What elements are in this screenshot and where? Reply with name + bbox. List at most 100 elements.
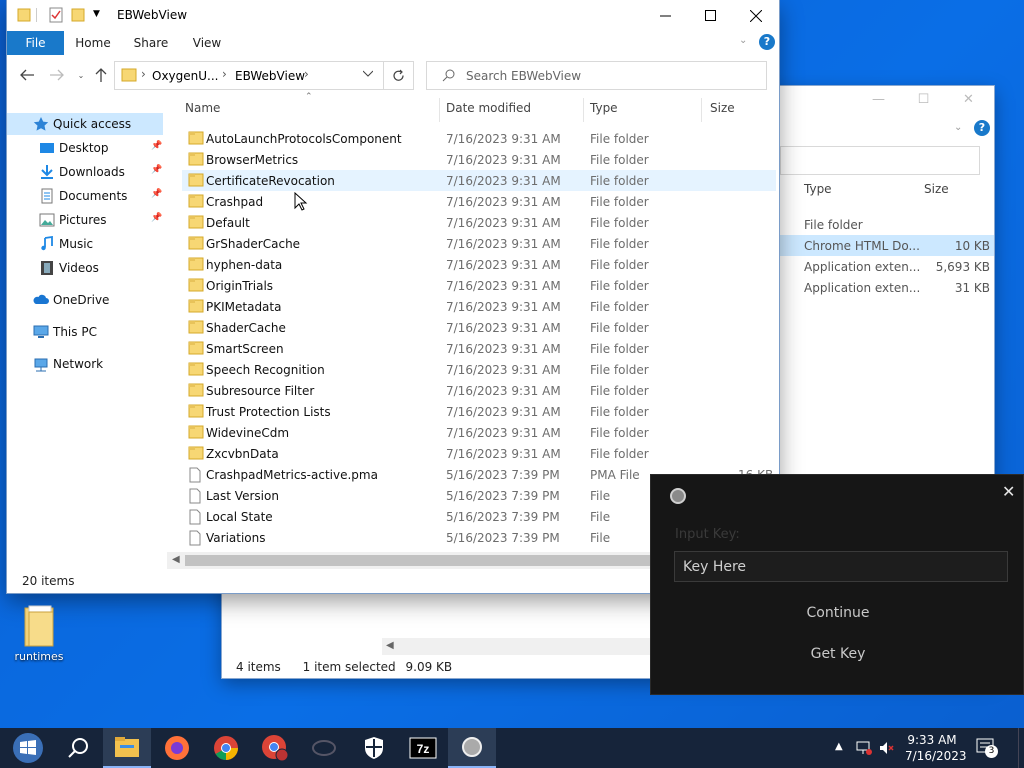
column-header-type[interactable]: Type xyxy=(590,101,618,115)
forward-arrow-icon[interactable] xyxy=(47,66,67,84)
folder-icon xyxy=(188,257,204,271)
column-divider[interactable] xyxy=(439,98,440,122)
customize-qat-icon[interactable]: ▼ xyxy=(93,9,100,19)
file-row[interactable]: ShaderCache 7/16/2023 9:31 AM File folder xyxy=(182,317,776,338)
file-row[interactable]: Trust Protection Lists 7/16/2023 9:31 AM F… xyxy=(182,401,776,422)
download-icon xyxy=(41,165,53,179)
column-header-size[interactable]: Size xyxy=(924,182,949,196)
continue-button[interactable]: Continue xyxy=(651,605,1024,621)
address-bar[interactable]: › OxygenU... › EBWebView › xyxy=(114,61,384,90)
address-dropdown-icon[interactable] xyxy=(363,70,373,78)
close-icon[interactable]: ✕ xyxy=(1002,482,1015,501)
file-row[interactable]: BrowserMetrics 7/16/2023 9:31 AM File fold… xyxy=(182,149,776,170)
file-row[interactable]: Subresource Filter 7/16/2023 9:31 AM File … xyxy=(182,380,776,401)
file-row[interactable]: SmartScreen 7/16/2023 9:31 AM File folder xyxy=(182,338,776,359)
search-box[interactable] xyxy=(780,146,980,175)
file-name: WidevineCdm xyxy=(206,426,290,440)
start-button[interactable] xyxy=(4,728,52,768)
file-row[interactable]: ZxcvbnData 7/16/2023 9:31 AM File folder xyxy=(182,443,776,464)
minimize-button[interactable]: — xyxy=(856,92,901,112)
show-hidden-icons-icon[interactable]: ▲ xyxy=(835,741,843,752)
clock[interactable]: 9:33 AM 7/16/2023 xyxy=(905,732,967,764)
search-button[interactable] xyxy=(54,728,102,768)
file-date: 5/16/2023 7:39 PM xyxy=(446,468,560,482)
taskbar-firefox[interactable] xyxy=(153,728,201,768)
column-header-size[interactable]: Size xyxy=(710,101,735,115)
close-button[interactable] xyxy=(733,0,779,31)
network-status-icon[interactable] xyxy=(856,740,872,756)
volume-muted-icon[interactable] xyxy=(879,740,895,756)
file-row[interactable]: PKIMetadata 7/16/2023 9:31 AM File folder xyxy=(182,296,776,317)
column-header-name[interactable]: Name xyxy=(185,101,220,115)
file-row[interactable]: OriginTrials 7/16/2023 9:31 AM File folder xyxy=(182,275,776,296)
file-type: File folder xyxy=(590,363,649,377)
file-row[interactable]: Application exten... 5,693 KB xyxy=(780,256,994,277)
close-button[interactable]: ✕ xyxy=(946,92,991,112)
back-arrow-icon[interactable] xyxy=(17,66,37,84)
file-type: File folder xyxy=(590,447,649,461)
tab-share[interactable]: Share xyxy=(127,31,175,55)
column-header-type[interactable]: Type xyxy=(804,182,832,196)
help-icon[interactable]: ? xyxy=(759,34,775,50)
search-box[interactable]: Search EBWebView xyxy=(426,61,767,90)
taskbar-key-app[interactable] xyxy=(448,728,496,768)
action-center-icon[interactable]: 3 xyxy=(976,738,998,758)
key-app-icon xyxy=(462,737,482,757)
column-divider[interactable] xyxy=(701,98,702,122)
tab-view[interactable]: View xyxy=(183,31,231,55)
file-row-selected[interactable]: Chrome HTML Do... 10 KB xyxy=(780,235,994,256)
pin-icon[interactable]: 📌 xyxy=(151,141,162,151)
expand-ribbon-icon[interactable]: ⌄ xyxy=(739,35,747,46)
file-row[interactable]: CertificateRevocation 7/16/2023 9:31 AM Fi… xyxy=(182,170,776,191)
horizontal-scrollbar[interactable]: ◀ xyxy=(382,638,654,655)
show-desktop-button[interactable] xyxy=(1018,728,1024,768)
properties-icon[interactable] xyxy=(49,7,63,23)
row-size: 10 KB xyxy=(954,239,990,253)
taskbar-chrome[interactable] xyxy=(202,728,250,768)
pin-icon[interactable]: 📌 xyxy=(151,165,162,175)
key-input-dialog[interactable]: ✕ Input Key: Key Here Continue Get Key xyxy=(650,474,1024,695)
key-input-field[interactable]: Key Here xyxy=(674,551,1008,582)
tab-file[interactable]: File xyxy=(7,31,64,55)
taskbar-7zip[interactable]: 7z xyxy=(399,728,447,768)
search-icon xyxy=(442,69,455,82)
recent-locations-icon[interactable]: ⌄ xyxy=(71,66,91,84)
breadcrumb-oxygenu[interactable]: OxygenU... xyxy=(152,69,218,83)
taskbar-security[interactable] xyxy=(350,728,398,768)
file-row[interactable]: GrShaderCache 7/16/2023 9:31 AM File folde… xyxy=(182,233,776,254)
breadcrumb-ebwebview[interactable]: EBWebView xyxy=(235,69,305,83)
file-row[interactable]: Speech Recognition 7/16/2023 9:31 AM File … xyxy=(182,359,776,380)
file-name: OriginTrials xyxy=(206,279,274,293)
help-icon[interactable]: ? xyxy=(974,120,990,136)
minimize-button[interactable] xyxy=(642,0,688,31)
up-arrow-icon[interactable] xyxy=(91,66,111,84)
scrollbar-thumb[interactable] xyxy=(185,555,655,566)
taskbar-generic-app[interactable] xyxy=(300,728,348,768)
tab-home[interactable]: Home xyxy=(69,31,117,55)
desktop-icon-runtimes[interactable]: runtimes xyxy=(12,604,66,663)
file-row[interactable]: Crashpad 7/16/2023 9:31 AM File folder xyxy=(182,191,776,212)
scroll-left-icon[interactable]: ◀ xyxy=(386,640,394,651)
onedrive-icon xyxy=(33,294,49,304)
taskbar-chrome-profile[interactable] xyxy=(251,728,299,768)
file-row[interactable]: Application exten... 31 KB xyxy=(780,277,994,298)
refresh-button[interactable] xyxy=(384,61,414,90)
file-row[interactable]: File folder xyxy=(780,214,994,235)
file-row[interactable]: AutoLaunchProtocolsComponent 7/16/2023 9:… xyxy=(182,128,776,149)
file-row[interactable]: Default 7/16/2023 9:31 AM File folder xyxy=(182,212,776,233)
new-folder-icon[interactable] xyxy=(71,7,85,23)
scroll-left-icon[interactable]: ◀ xyxy=(172,554,180,565)
chevron-down-icon[interactable]: ⌄ xyxy=(954,122,962,133)
title-bar[interactable]: ▼ EBWebView xyxy=(7,0,779,31)
column-divider[interactable] xyxy=(583,98,584,122)
maximize-button[interactable] xyxy=(687,0,733,31)
column-header-date-modified[interactable]: Date modified xyxy=(446,101,531,115)
maximize-button[interactable]: ☐ xyxy=(901,92,946,112)
pin-icon[interactable]: 📌 xyxy=(151,213,162,223)
file-row[interactable]: WidevineCdm 7/16/2023 9:31 AM File folder xyxy=(182,422,776,443)
taskbar-file-explorer[interactable] xyxy=(103,728,151,768)
file-type: File folder xyxy=(590,405,649,419)
pin-icon[interactable]: 📌 xyxy=(151,189,162,199)
get-key-button[interactable]: Get Key xyxy=(651,646,1024,662)
file-row[interactable]: hyphen-data 7/16/2023 9:31 AM File folder xyxy=(182,254,776,275)
